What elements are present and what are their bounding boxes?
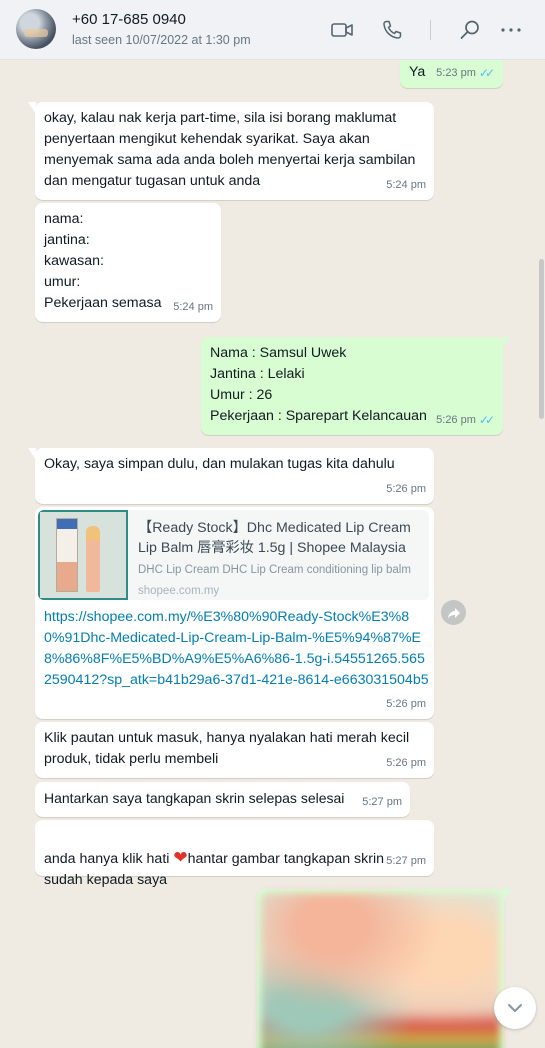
link-preview-card[interactable]: 【Ready Stock】Dhc Medicated Lip Cream Lip… (38, 510, 429, 600)
phone-icon[interactable] (380, 18, 404, 42)
message-time: 5:26 pm (436, 414, 476, 426)
link-message[interactable]: 【Ready Stock】Dhc Medicated Lip Cream Lip… (35, 507, 434, 719)
message-time: 5:24 pm (173, 301, 213, 313)
message-meta: 5:24 pm (386, 175, 426, 196)
video-camera-icon[interactable] (330, 18, 354, 42)
lip-balm-image (86, 526, 100, 592)
double-check-icon: ✓✓ (478, 413, 495, 427)
shopee-link[interactable]: https://shopee.com.my/%E3%80%90Ready-Sto… (44, 607, 429, 691)
message-list[interactable]: Ya 5:23 pm ✓✓ okay, kalau nak kerja part… (0, 60, 545, 1048)
double-check-icon: ✓✓ (478, 66, 495, 80)
message-text: anda hanya klik hati ❤hantar gambar tang… (44, 826, 425, 891)
forward-button[interactable] (441, 600, 466, 625)
incoming-message[interactable]: okay, kalau nak kerja part-time, sila is… (28, 102, 434, 200)
product-thumbnail (38, 510, 128, 600)
message-meta: 5:26 pm (386, 753, 426, 774)
link-preview-title: 【Ready Stock】Dhc Medicated Lip Cream Lip… (138, 520, 411, 556)
message-meta: 5:26 pm (386, 694, 426, 715)
link-preview-description: DHC Lip Cream DHC Lip Cream conditioning… (138, 564, 411, 576)
product-box-image (56, 518, 78, 592)
contact-avatar[interactable] (16, 9, 56, 49)
chevron-down-icon (508, 1004, 522, 1012)
header-divider (430, 20, 431, 40)
forward-icon (447, 607, 460, 618)
outgoing-message[interactable]: Nama : Samsul Uwek Jantina : Lelaki Umur… (201, 337, 510, 435)
message-meta: 5:26 pm (386, 479, 426, 500)
message-time: 5:24 pm (386, 179, 426, 191)
red-heart-icon: ❤ (173, 848, 188, 867)
message-time: 5:26 pm (386, 483, 426, 495)
incoming-message[interactable]: Hantarkan saya tangkapan skrin selepas s… (35, 782, 410, 817)
message-text: okay, kalau nak kerja part-time, sila is… (44, 110, 416, 189)
message-time: 5:26 pm (386, 757, 426, 769)
scroll-to-bottom-button[interactable] (494, 987, 536, 1029)
message-meta: 5:27 pm (386, 851, 426, 872)
last-seen-status: last seen 10/07/2022 at 1:30 pm (72, 33, 251, 47)
message-time: 5:27 pm (362, 796, 402, 808)
image-message[interactable] (257, 889, 511, 1048)
contact-name[interactable]: +60 17-685 0940 (72, 11, 186, 28)
blurred-image[interactable] (261, 893, 500, 1048)
incoming-message[interactable]: Klik pautan untuk masuk, hanya nyalakan … (35, 722, 434, 778)
incoming-message[interactable]: anda hanya klik hati ❤hantar gambar tang… (35, 820, 434, 888)
link-preview-domain: shopee.com.my (138, 585, 220, 597)
message-meta: 5:24 pm (173, 297, 213, 318)
scrollbar[interactable] (539, 259, 544, 419)
message-time: 5:27 pm (386, 855, 426, 867)
search-icon[interactable] (458, 18, 482, 42)
message-text: Hantarkan saya tangkapan skrin selepas s… (44, 790, 345, 806)
chat-header: +60 17-685 0940 last seen 10/07/2022 at … (0, 0, 545, 60)
outgoing-message[interactable]: Ya 5:23 pm ✓✓ (400, 60, 503, 88)
message-text-before: anda hanya klik hati (44, 851, 174, 867)
message-time: 5:23 pm (436, 67, 476, 79)
incoming-message[interactable]: Okay, saya simpan dulu, dan mulakan tuga… (28, 448, 434, 504)
message-meta: 5:23 pm ✓✓ (436, 63, 495, 84)
message-meta: 5:26 pm ✓✓ (436, 410, 495, 431)
message-meta: 5:27 pm (362, 792, 402, 813)
more-options-icon[interactable] (499, 18, 523, 42)
message-text: Klik pautan untuk masuk, hanya nyalakan … (44, 730, 410, 767)
incoming-message[interactable]: nama: jantina: kawasan: umur: Pekerjaan … (35, 203, 221, 322)
message-text: Okay, saya simpan dulu, dan mulakan tuga… (44, 456, 395, 472)
message-time: 5:26 pm (386, 698, 426, 710)
